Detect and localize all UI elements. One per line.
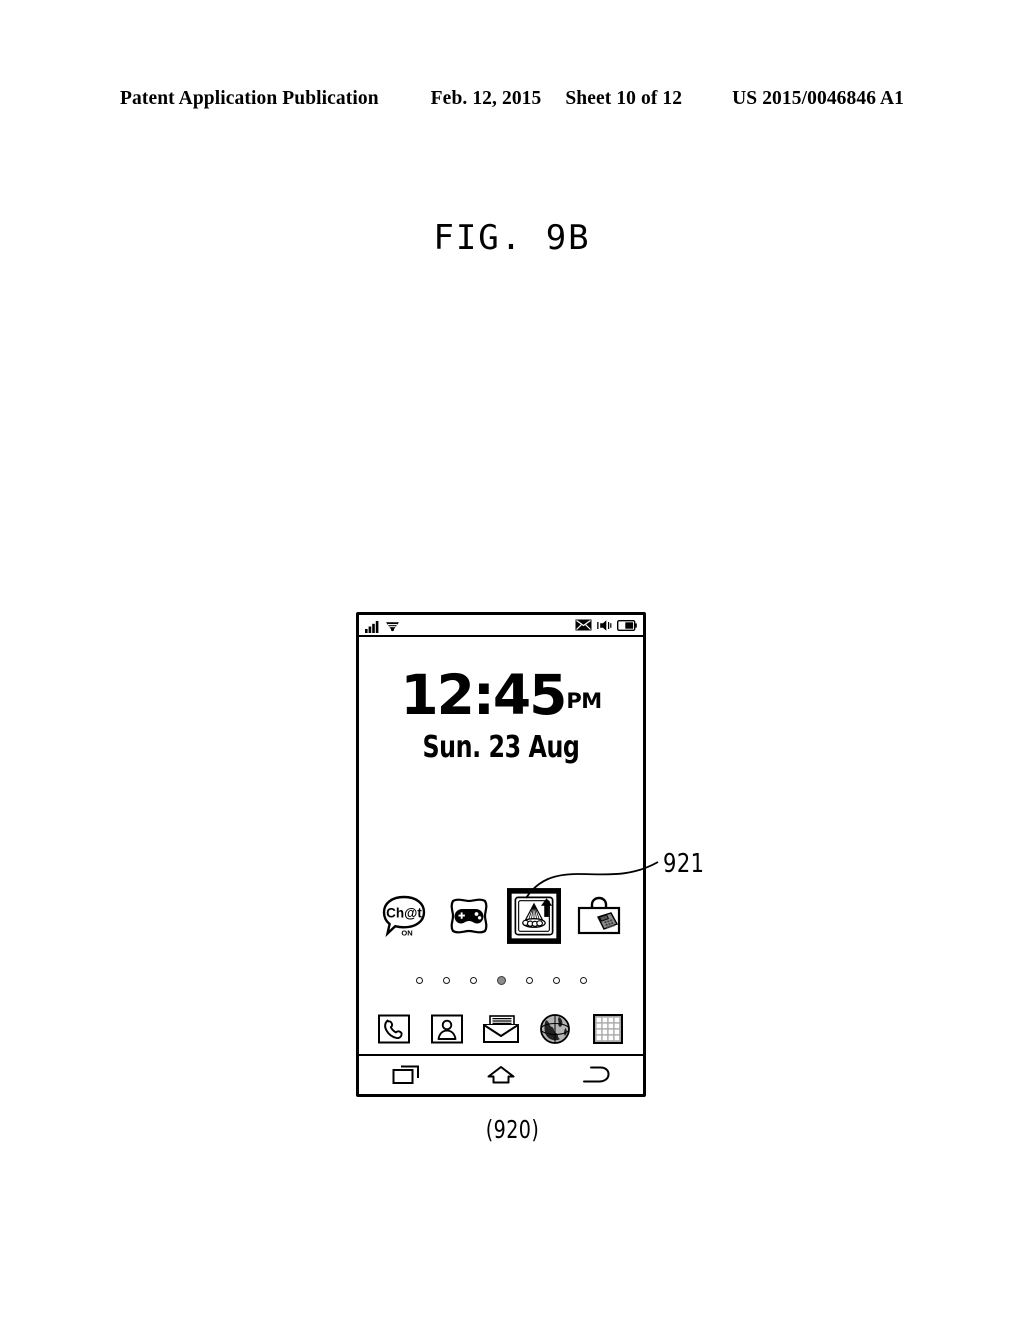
svg-text:Ch@t: Ch@t xyxy=(386,906,422,921)
phone-handset-icon xyxy=(377,1014,410,1044)
dock-bar xyxy=(359,1011,643,1047)
apps-grid-icon xyxy=(593,1014,624,1044)
clock-ampm: PM xyxy=(566,689,602,713)
messages-envelope-icon xyxy=(482,1015,519,1043)
page-dot[interactable] xyxy=(442,977,450,984)
nav-back-button[interactable] xyxy=(573,1062,619,1088)
clock-time-row: 12:45PM xyxy=(359,667,643,729)
nav-home-button[interactable] xyxy=(478,1062,524,1088)
figure-caption-text: (920) xyxy=(485,1115,539,1144)
recents-icon xyxy=(392,1065,420,1084)
page-dot[interactable] xyxy=(579,977,587,984)
dock-icon-phone[interactable] xyxy=(374,1011,414,1047)
header-publication: Patent Application Publication xyxy=(120,88,379,109)
status-bar xyxy=(359,615,643,637)
header-sheet: Sheet 10 of 12 xyxy=(565,88,683,109)
callout-label-921: 921 xyxy=(663,849,705,879)
signal-bars-icon xyxy=(365,621,379,633)
page-dot[interactable] xyxy=(552,977,560,984)
app-icon-games[interactable] xyxy=(442,887,496,945)
figure-title: FIG. 9B xyxy=(433,218,591,258)
header-date: Feb. 12, 2015 xyxy=(430,88,542,109)
navigation-bar xyxy=(359,1054,643,1094)
page-dot[interactable] xyxy=(469,977,477,984)
page-indicator[interactable] xyxy=(359,976,643,985)
back-arrow-icon xyxy=(582,1066,610,1083)
clock-widget: 12:45PM Sun. 23 Aug xyxy=(359,667,643,764)
browser-globe-icon xyxy=(539,1014,570,1044)
page-dot[interactable] xyxy=(415,977,423,984)
status-bar-left-group xyxy=(365,617,400,633)
volume-speaker-icon xyxy=(597,619,612,631)
clock-time: 12:45 xyxy=(400,663,567,727)
message-envelope-icon xyxy=(575,619,592,631)
app-icon-chaton[interactable]: Ch@t ON xyxy=(377,887,431,945)
chat-bubble-icon: Ch@t ON xyxy=(382,895,425,938)
game-controller-icon xyxy=(450,898,487,934)
svg-text:ON: ON xyxy=(401,929,412,938)
dock-icon-browser[interactable] xyxy=(535,1011,575,1047)
page-dot-active[interactable] xyxy=(496,976,506,985)
dock-icon-contacts[interactable] xyxy=(427,1011,467,1047)
clock-date: Sun. 23 Aug xyxy=(422,730,580,765)
nav-recents-button[interactable] xyxy=(383,1062,429,1088)
dock-icon-apps[interactable] xyxy=(588,1011,628,1047)
status-bar-right-group xyxy=(575,618,637,632)
home-icon xyxy=(487,1066,515,1084)
battery-icon xyxy=(617,619,637,631)
wifi-icon xyxy=(386,622,399,632)
contacts-person-icon xyxy=(431,1014,464,1044)
header-document-number: US 2015/0046846 A1 xyxy=(732,88,904,109)
dock-icon-messages[interactable] xyxy=(481,1011,521,1047)
callout-leader-line-921 xyxy=(525,861,659,899)
page-header: Patent Application Publication Feb. 12, … xyxy=(0,88,1024,110)
page-dot[interactable] xyxy=(525,977,533,984)
figure-caption: (920) xyxy=(0,1115,1024,1144)
